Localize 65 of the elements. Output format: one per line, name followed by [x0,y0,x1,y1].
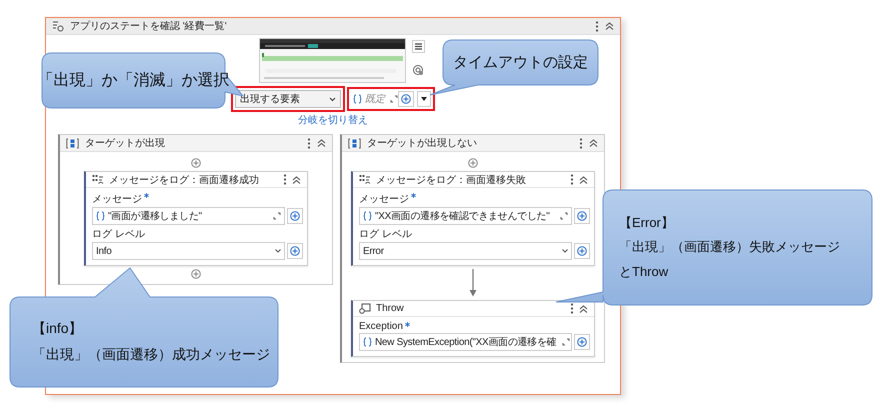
activity-title: メッセージをログ：画面遷移失敗 [376,174,526,186]
field-label: メッセージ [92,193,142,206]
target-icon[interactable] [412,64,424,76]
field-label: Exception [359,321,403,332]
expression-field[interactable]: "画面が遷移しました" [92,207,285,225]
activity-title: アプリのステートを確認 '経費一覧' [70,20,227,33]
activity-icon [52,20,64,32]
switch-branch-link[interactable]: 分岐を切り替え [298,113,368,127]
braces-icon [96,211,105,221]
log-icon [359,174,371,185]
more-icon[interactable] [283,174,287,185]
more-icon[interactable] [570,174,574,185]
collapse-icon[interactable] [589,139,598,147]
branch-icon [66,138,79,148]
add-button[interactable] [574,243,590,259]
add-button[interactable] [287,208,303,224]
collapse-icon[interactable] [292,176,301,184]
expression-field[interactable]: New SystemException("XX画面の遷移を確 [359,333,572,351]
target-dropdown[interactable]: 出現する要素 [235,90,341,108]
triangle-down-icon [421,97,427,101]
chevron-down-icon [329,96,336,102]
expand-icon[interactable] [562,338,570,346]
callout-text: 【info】 「出現」（画面遷移）成功メッセージ [32,319,270,364]
add-button[interactable] [398,91,414,107]
field-label: メッセージ [359,193,409,206]
add-icon[interactable] [468,158,478,168]
braces-icon [353,94,362,104]
field-label: ログ レベル [359,228,412,241]
branch-title: ターゲットが出現 [85,136,165,150]
chevron-down-icon [275,249,281,253]
collapse-icon[interactable] [605,22,614,30]
callout-text: タイムアウトの設定 [453,52,588,73]
expression-field[interactable]: "XX画面の遷移を確認できませんでした" [359,207,572,225]
log-level-dropdown[interactable]: Info [92,242,285,260]
more-icon[interactable] [595,20,599,32]
activity-title: メッセージをログ：画面遷移成功 [109,174,259,186]
field-label: ログ レベル [92,228,145,241]
throw-icon [359,303,371,314]
add-button[interactable] [287,243,303,259]
expand-icon[interactable] [273,212,281,220]
callout-text: 【Error】 「出現」（画面遷移）失敗メッセージ とThrow [619,214,840,281]
add-icon[interactable] [191,269,201,279]
callout-text: 「出現」か「消滅」か選択 [38,70,230,91]
collapse-icon[interactable] [579,304,588,312]
branch-title: ターゲットが出現しない [367,136,477,150]
add-button[interactable] [574,334,590,350]
log-icon [92,174,104,185]
activity-title: Throw [376,303,404,314]
connector-arrow [469,269,477,297]
expand-icon[interactable] [390,95,398,103]
dropdown-button[interactable] [417,91,431,107]
add-button[interactable] [574,208,590,224]
menu-icon[interactable] [412,40,425,53]
branch-icon [348,138,361,148]
expand-icon[interactable] [560,212,568,220]
collapse-icon[interactable] [317,139,326,147]
chevron-down-icon [562,249,568,253]
collapse-icon[interactable] [579,176,588,184]
braces-icon [363,211,372,221]
more-icon[interactable] [570,303,574,314]
add-icon[interactable] [191,158,201,168]
log-level-dropdown[interactable]: Error [359,242,572,260]
more-icon[interactable] [307,138,311,148]
more-icon[interactable] [579,138,583,148]
braces-icon [363,337,372,347]
